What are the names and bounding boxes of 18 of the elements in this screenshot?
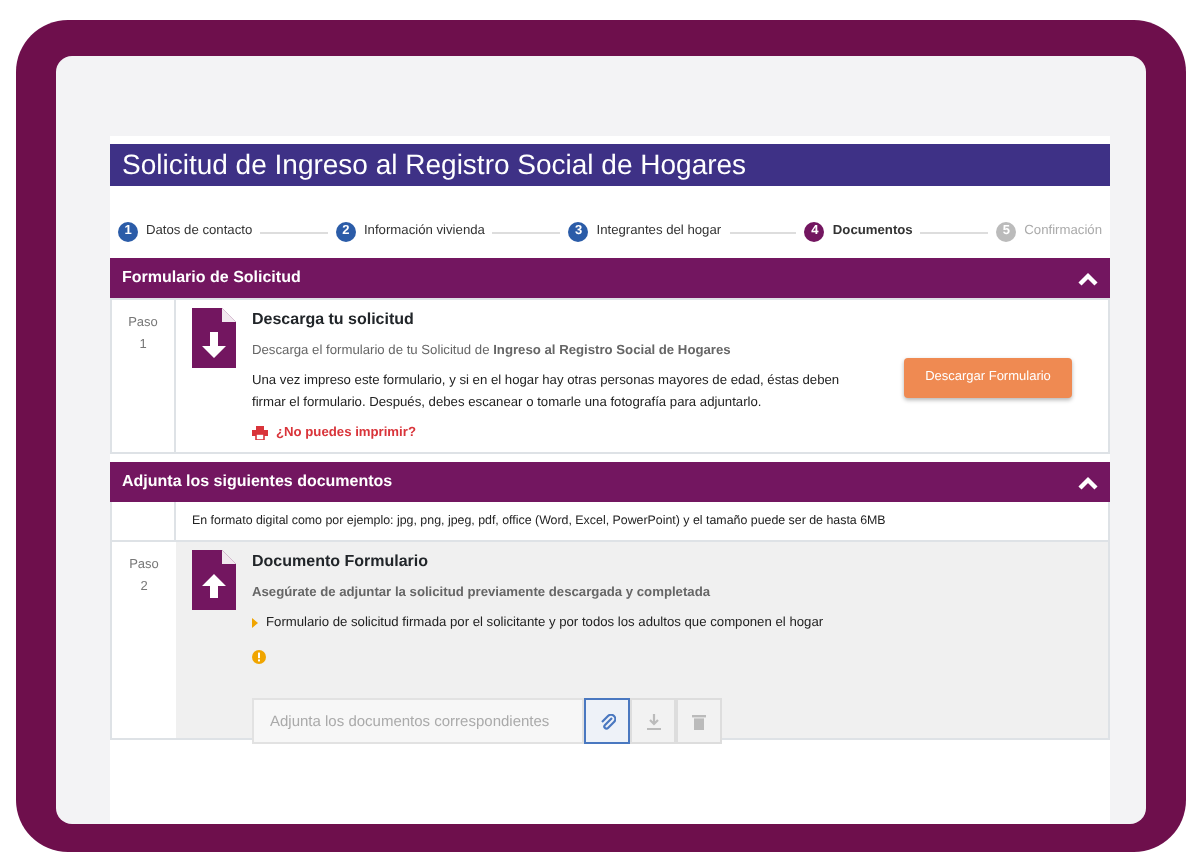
paperclip-icon: [599, 713, 615, 729]
chevron-up-icon[interactable]: [1078, 271, 1098, 285]
section-title: Adjunta los siguientes documentos: [122, 470, 393, 494]
attach-button[interactable]: [584, 698, 630, 744]
section-heading: Descarga tu solicitud: [252, 308, 416, 332]
section-header[interactable]: Formulario de Solicitud: [110, 258, 1110, 298]
page-title: Solicitud de Ingreso al Registro Social de Hogares: [110, 144, 1110, 186]
chevron-up-icon[interactable]: [1078, 475, 1098, 489]
document-heading: Documento Formulario: [252, 550, 431, 574]
printer-icon: [252, 426, 268, 440]
section-header[interactable]: Adjunta los siguientes documentos: [110, 462, 1110, 502]
section-title: Formulario de Solicitud: [122, 266, 301, 290]
warning-icon: [252, 650, 266, 665]
bullet-icon: [252, 618, 258, 628]
trash-icon: [692, 713, 706, 729]
file-download-icon: [192, 308, 236, 368]
file-upload-icon: [192, 550, 236, 610]
download-icon: [645, 713, 661, 729]
